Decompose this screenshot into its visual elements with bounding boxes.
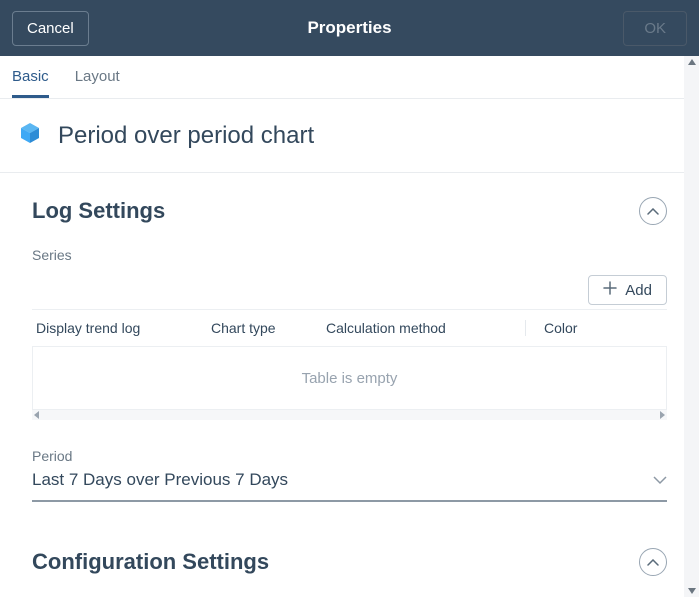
- section-header-log: Log Settings: [32, 197, 667, 225]
- series-field: Series Add Display trend log Chart type …: [32, 247, 667, 420]
- column-display-trend-log[interactable]: Display trend log: [36, 320, 211, 336]
- tab-basic[interactable]: Basic: [12, 68, 49, 98]
- column-calculation-method[interactable]: Calculation method: [326, 320, 526, 336]
- ok-button[interactable]: OK: [623, 11, 687, 46]
- scroll-up-arrow-icon: [688, 59, 696, 65]
- page-title: Period over period chart: [58, 122, 314, 150]
- tab-layout[interactable]: Layout: [75, 68, 120, 98]
- add-series-label: Add: [625, 282, 652, 299]
- plus-icon: [603, 281, 617, 299]
- series-label: Series: [32, 247, 667, 263]
- content-scroll-area: Basic Layout Period over period chart Lo…: [0, 56, 699, 597]
- series-table: Display trend log Chart type Calculation…: [32, 309, 667, 420]
- cube-icon: [18, 121, 42, 150]
- period-value: Last 7 Days over Previous 7 Days: [32, 470, 288, 490]
- header-bar: Cancel Properties OK: [0, 0, 699, 56]
- column-chart-type[interactable]: Chart type: [211, 320, 326, 336]
- collapse-config-settings-button[interactable]: [639, 548, 667, 576]
- series-table-headers: Display trend log Chart type Calculation…: [32, 310, 667, 346]
- page-title-row: Period over period chart: [0, 99, 699, 173]
- tabs-bar: Basic Layout: [0, 56, 699, 99]
- scroll-down-arrow-icon: [688, 588, 696, 594]
- section-configuration-settings: Configuration Settings Caption: [0, 512, 699, 597]
- section-header-config: Configuration Settings: [32, 548, 667, 576]
- section-title-log: Log Settings: [32, 198, 165, 224]
- column-color[interactable]: Color: [526, 320, 663, 336]
- series-toolbar: Add: [32, 275, 667, 305]
- period-label: Period: [32, 448, 288, 464]
- chevron-down-icon: [653, 472, 667, 490]
- section-log-settings: Log Settings Series Add Display tre: [0, 173, 699, 512]
- section-title-config: Configuration Settings: [32, 549, 269, 575]
- dialog-title: Properties: [307, 18, 391, 38]
- chevron-up-icon: [647, 204, 659, 219]
- vertical-scrollbar[interactable]: [684, 56, 699, 597]
- series-table-empty: Table is empty: [32, 346, 667, 410]
- cancel-button[interactable]: Cancel: [12, 11, 89, 46]
- horizontal-scrollbar[interactable]: [32, 410, 667, 420]
- period-dropdown[interactable]: Period Last 7 Days over Previous 7 Days: [32, 448, 667, 502]
- add-series-button[interactable]: Add: [588, 275, 667, 305]
- chevron-up-icon: [647, 555, 659, 570]
- collapse-log-settings-button[interactable]: [639, 197, 667, 225]
